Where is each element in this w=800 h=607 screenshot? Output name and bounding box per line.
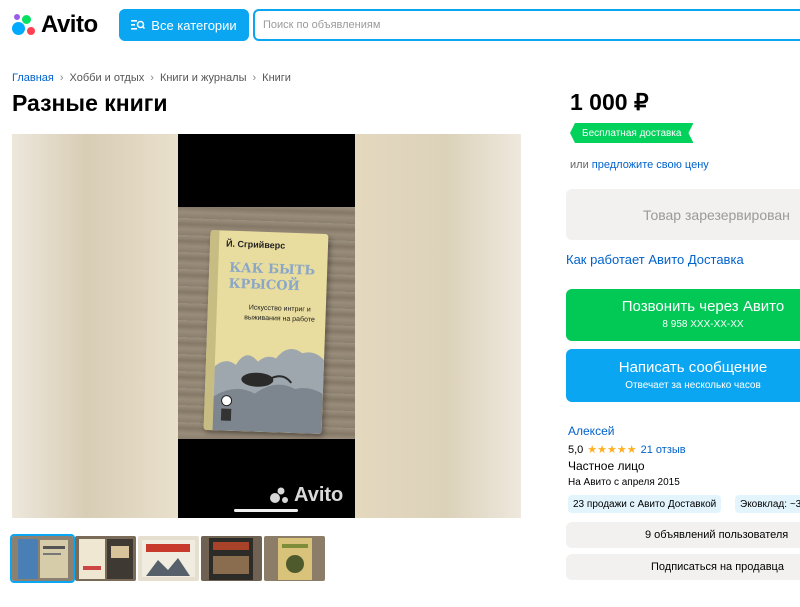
thumbnail-2[interactable] — [75, 536, 136, 581]
thumbnail-1[interactable] — [10, 534, 75, 583]
seller-type: Частное лицо — [568, 459, 645, 473]
avito-dots-icon — [270, 487, 288, 503]
seller-name-link[interactable]: Алексей — [568, 424, 614, 438]
breadcrumb-home[interactable]: Главная — [12, 72, 54, 84]
user-listings-button[interactable]: 9 объявлений пользователя — [566, 522, 800, 548]
subscribe-seller-button[interactable]: Подписаться на продавца — [566, 554, 800, 580]
avito-delivery-info-link[interactable]: Как работает Авито Доставка — [566, 252, 744, 267]
offer-price-text: или предложите свою цену — [570, 159, 709, 171]
breadcrumb-books[interactable]: Книги — [262, 72, 291, 84]
main-photo[interactable]: Й. Сгрийверс КАК БЫТЬ КРЫСОЙ Искусство и… — [12, 134, 521, 518]
avito-watermark: Avito — [270, 484, 343, 507]
star-rating-icon: ★★★★★ — [587, 444, 637, 456]
book-title: КАК БЫТЬ КРЫСОЙ — [228, 260, 316, 295]
photo-frame: Й. Сгрийверс КАК БЫТЬ КРЫСОЙ Искусство и… — [178, 134, 355, 518]
chevron-right-icon: › — [252, 72, 257, 84]
rating-value: 5,0 — [568, 443, 584, 456]
home-indicator — [234, 509, 298, 512]
sales-badge: 23 продажи с Авито Доставкой — [568, 495, 722, 513]
watermark-text: Avito — [294, 484, 344, 506]
price: 1 000 ₽ — [570, 89, 649, 115]
call-button-label: Позвонить через Авито — [621, 298, 785, 315]
message-button-label: Написать сообщение — [618, 359, 768, 376]
seller-rating: 5,0 ★★★★★ 21 отзыв — [568, 443, 686, 457]
thumbnail-image — [138, 536, 199, 581]
logo-text: Avito — [41, 11, 98, 38]
chevron-right-icon: › — [150, 72, 154, 84]
breadcrumb-books-magazines[interactable]: Книги и журналы — [160, 72, 247, 84]
all-categories-label: Все категории — [151, 17, 237, 33]
reviews-link[interactable]: 21 отзыв — [641, 444, 686, 456]
thumbnail-3[interactable] — [138, 536, 199, 581]
chevron-right-icon: › — [59, 72, 64, 84]
write-message-button[interactable]: Написать сообщение Отвечает за несколько… — [566, 349, 800, 402]
avito-logo[interactable]: Avito — [12, 11, 98, 38]
breadcrumb: Главная › Хобби и отдых › Книги и журнал… — [12, 72, 291, 84]
menu-search-icon — [131, 20, 146, 30]
book-cover: Й. Сгрийверс КАК БЫТЬ КРЫСОЙ Искусство и… — [203, 230, 329, 434]
book-illustration — [212, 349, 325, 434]
photo-blur-right — [355, 134, 521, 518]
page-title: Разные книги — [12, 90, 168, 116]
thumbnail-image — [75, 536, 136, 581]
avito-logo-dots-icon — [12, 13, 36, 37]
search-input[interactable] — [253, 9, 800, 41]
book-author: Й. Сгрийверс — [225, 238, 286, 251]
all-categories-button[interactable]: Все категории — [119, 9, 249, 41]
free-delivery-badge: Бесплатная доставка — [570, 123, 693, 143]
thumbnail-image — [201, 536, 262, 581]
thumbnail-image — [264, 536, 325, 581]
offer-prefix: или — [570, 159, 589, 171]
seller-since: На Авито с апреля 2015 — [568, 477, 680, 488]
offer-price-link[interactable]: предложите свою цену — [592, 159, 709, 171]
breadcrumb-hobby[interactable]: Хобби и отдых — [70, 72, 145, 84]
photo-blur-left — [12, 134, 178, 518]
thumbnail-image — [12, 536, 73, 581]
reserved-status: Товар зарезервирован — [566, 189, 800, 240]
call-button-phone: 8 958 XXX-XX-XX — [662, 319, 744, 330]
call-via-avito-button[interactable]: Позвонить через Авито 8 958 XXX-XX-XX — [566, 289, 800, 341]
thumbnail-4[interactable] — [201, 536, 262, 581]
message-button-note: Отвечает за несколько часов — [625, 380, 761, 391]
eco-badge: Эковклад: ~3 — [735, 495, 800, 513]
book-subtitle: Искусство интриг и выживания на работе — [244, 304, 315, 324]
thumbnail-5[interactable] — [264, 536, 325, 581]
